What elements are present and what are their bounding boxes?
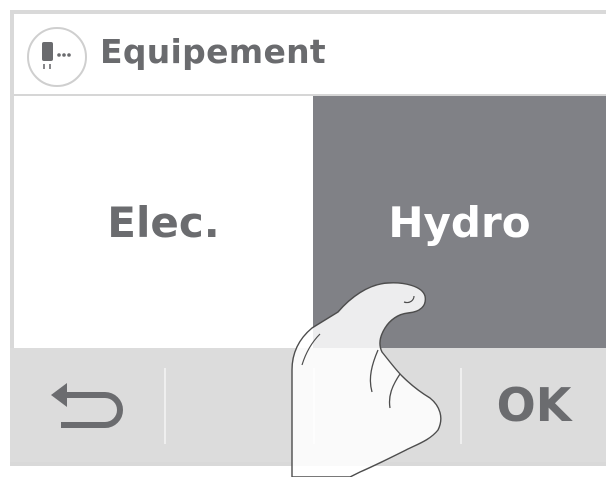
empty-button-2[interactable] <box>313 348 461 462</box>
empty-button-1[interactable] <box>165 348 313 462</box>
back-button[interactable] <box>10 348 164 462</box>
option-hydro-button[interactable]: Hydro <box>313 96 606 348</box>
page-title: Equipement <box>100 32 327 71</box>
option-elec-label: Elec. <box>107 197 220 247</box>
back-arrow-icon <box>51 383 123 428</box>
equipment-icon <box>27 27 87 87</box>
option-hydro-label: Hydro <box>388 197 531 247</box>
bottom-bar: OK <box>10 348 606 462</box>
device-screen: Equipement Elec. Hydro OK <box>10 10 606 466</box>
option-elec-button[interactable]: Elec. <box>14 96 313 348</box>
ok-label: OK <box>496 378 572 432</box>
header: Equipement <box>14 14 606 96</box>
ok-button[interactable]: OK <box>462 348 606 462</box>
